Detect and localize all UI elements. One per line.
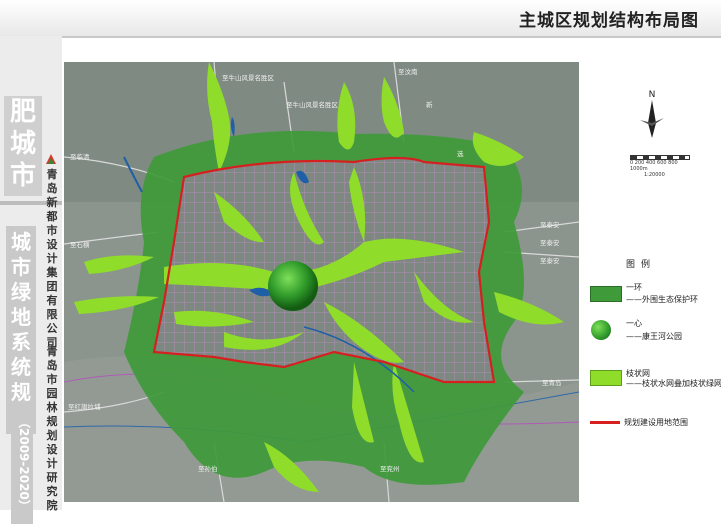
title-bar: 主城区规划结构布局图: [0, 0, 721, 38]
legend-item-desc: ——外围生态保护环: [626, 295, 698, 304]
legend-item-desc: ——枝状水网叠加枝状绿网: [626, 379, 721, 388]
green-core: [268, 261, 318, 311]
compass-north: N: [649, 90, 656, 100]
city-name: 肥城市: [4, 96, 42, 196]
organization-1: 青岛新都市设计集团有限公司: [46, 168, 58, 349]
legend-item-desc: ——康王河公园: [626, 332, 682, 341]
place-label: 至泰安: [540, 256, 560, 265]
place-label: 至孙伯: [198, 464, 218, 473]
plan-years: （2009-2020）: [11, 404, 33, 524]
place-label: 至兖州: [380, 464, 400, 473]
place-label: 至汶南: [398, 67, 418, 76]
scale-bar: 0 200 400 600 800 1000m 1:20000: [630, 155, 690, 185]
place-label: 至青岛: [542, 378, 562, 387]
boundary-line-icon: [590, 421, 620, 424]
place-label: 至红旗拉埔: [68, 402, 101, 411]
plan-title: 城市绿地系统规划: [6, 226, 36, 434]
legend-item-desc: 规划建设用地范围: [624, 418, 688, 427]
place-label: 选: [457, 149, 464, 158]
branch-network-swatch-icon: [590, 370, 622, 386]
map-view[interactable]: 至牛山风景名胜区 至牛山风景名胜区 至临清 至石横 至泰安 至泰安 至泰安 至青…: [63, 61, 580, 503]
place-label: 至泰安: [540, 220, 560, 229]
scale-ticks: 0 200 400 600 800 1000m: [630, 160, 678, 172]
logo-icon: [46, 154, 56, 164]
map-title: 主城区规划结构布局图: [519, 11, 699, 31]
place-label: 至牛山风景名胜区: [286, 100, 339, 109]
legend-item-name: 一心: [626, 319, 642, 328]
place-label: 至牛山风景名胜区: [222, 73, 275, 82]
legend-title: 图例: [626, 260, 657, 270]
organization-2: 青岛市园林规划设计研究院: [46, 345, 58, 512]
place-label: 至泰安: [540, 238, 560, 247]
compass-icon: N: [640, 90, 664, 138]
place-label: 新: [426, 100, 433, 109]
eco-ring-swatch-icon: [590, 286, 622, 302]
green-core-circle-icon: [591, 320, 611, 340]
legend-item-name: 一环: [626, 283, 642, 292]
place-label: 至石横: [70, 240, 90, 249]
place-label: 至临清: [70, 152, 90, 161]
scale-ratio: 1:20000: [644, 172, 665, 178]
